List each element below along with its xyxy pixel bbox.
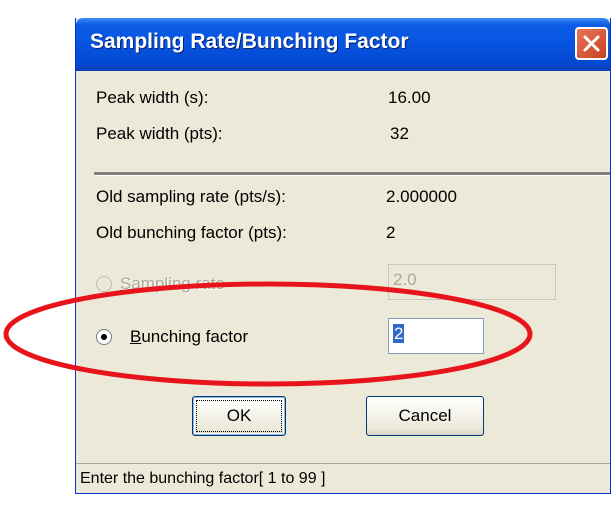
dialog-content: Peak width (s): 16.00 Peak width (pts): … — [76, 71, 610, 493]
bunching-factor-radio[interactable] — [96, 329, 112, 345]
peak-width-s-value: 16.00 — [388, 88, 431, 107]
peak-width-pts-value: 32 — [390, 124, 409, 143]
dialog-title: Sampling Rate/Bunching Factor — [90, 30, 409, 53]
radio-selected-dot — [101, 334, 107, 340]
cancel-button[interactable]: Cancel — [366, 396, 484, 436]
bunching-factor-label[interactable]: Bunching factor — [130, 327, 248, 347]
status-bar: Enter the bunching factor[ 1 to 99 ] — [76, 463, 610, 493]
ok-button[interactable]: OK — [192, 396, 286, 436]
peak-width-s-label: Peak width (s): — [96, 88, 209, 107]
old-sampling-rate-label: Old sampling rate (pts/s): — [96, 187, 286, 206]
old-sampling-rate-value: 2.000000 — [386, 187, 457, 206]
peak-width-pts-label: Peak width (pts): — [96, 124, 223, 143]
close-button[interactable] — [575, 27, 608, 60]
title-bar[interactable]: Sampling Rate/Bunching Factor — [76, 18, 610, 71]
sampling-rate-label: Sampling rate — [120, 274, 225, 293]
separator — [94, 172, 610, 176]
old-bunching-factor-label: Old bunching factor (pts): — [96, 223, 287, 242]
old-bunching-factor-value: 2 — [386, 223, 396, 242]
dialog-window: Sampling Rate/Bunching Factor Peak width… — [75, 18, 611, 494]
sampling-rate-input: 2.0 — [388, 264, 556, 300]
sampling-rate-radio — [96, 276, 112, 292]
close-icon — [583, 35, 600, 52]
bunching-factor-input[interactable]: 2 — [388, 318, 484, 354]
